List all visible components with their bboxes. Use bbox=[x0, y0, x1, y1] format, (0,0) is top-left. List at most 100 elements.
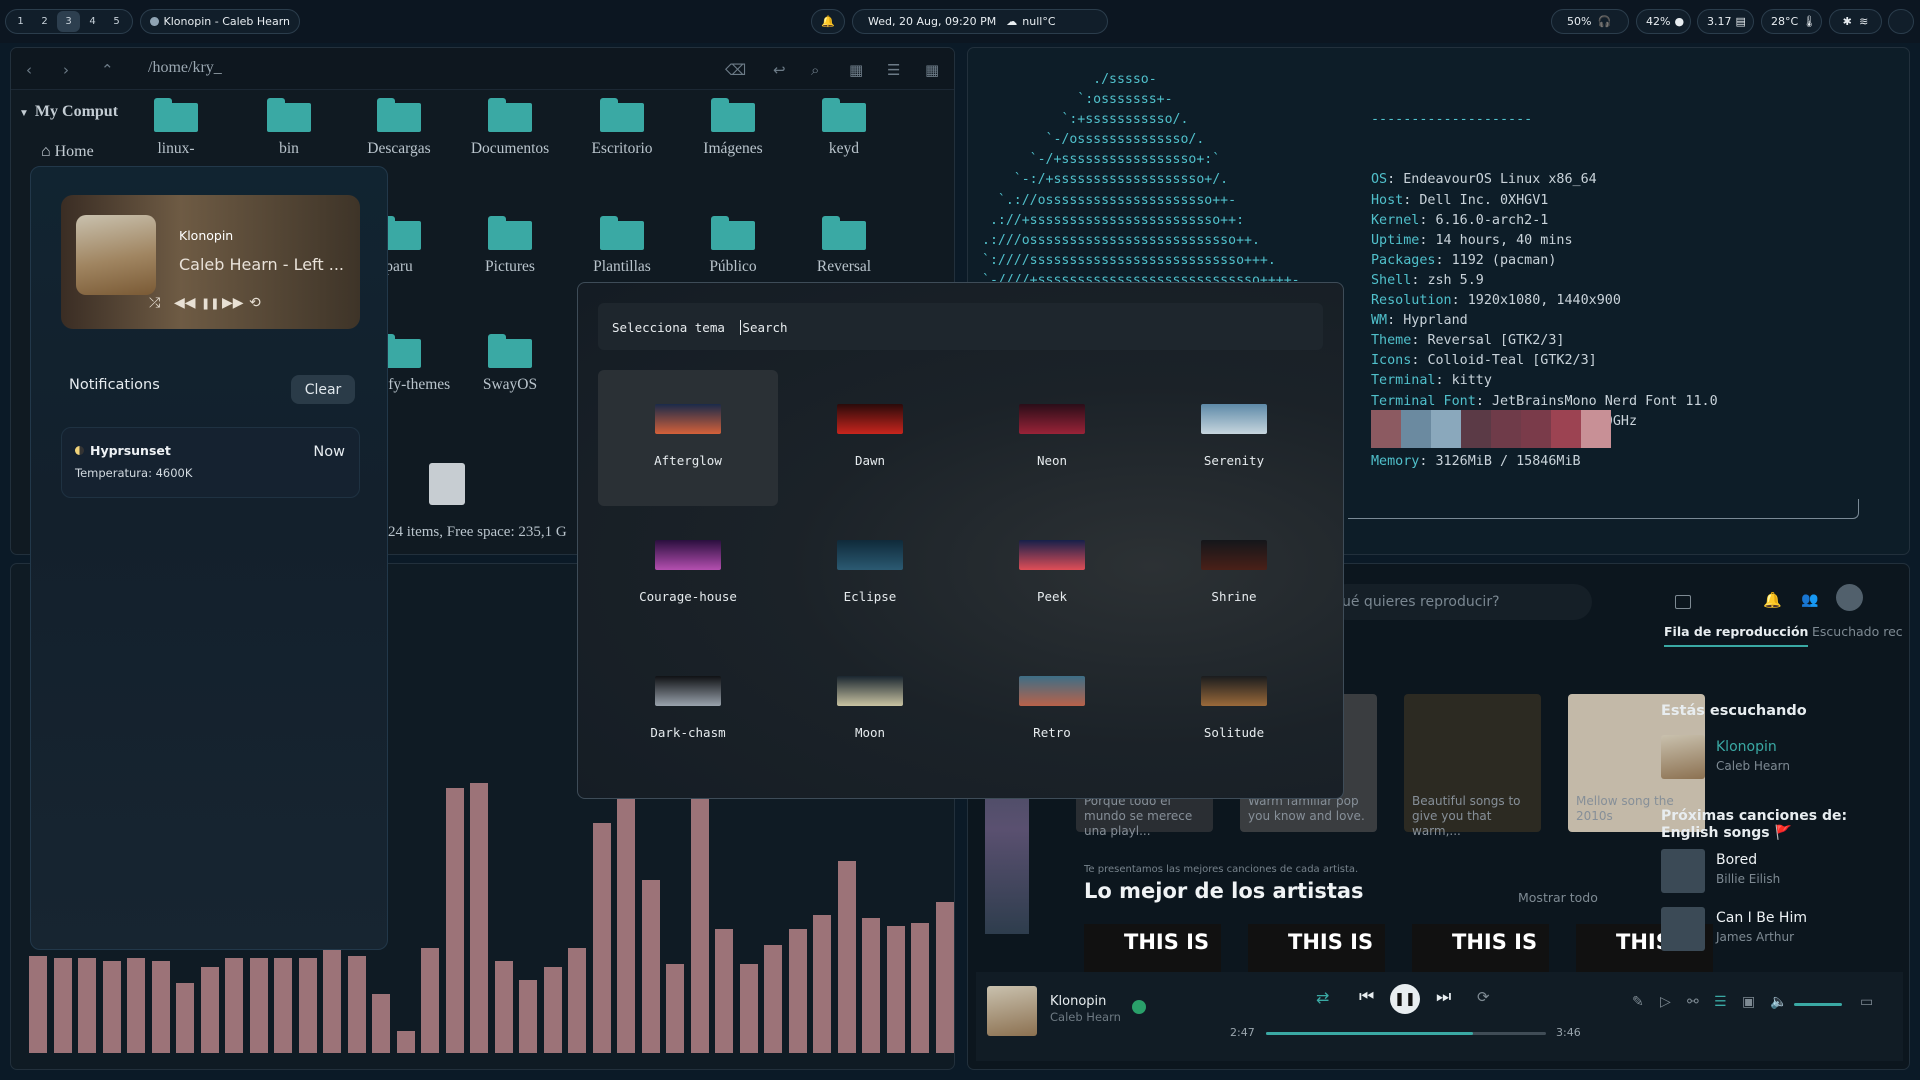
shuffle-icon[interactable]: ⇄ bbox=[1316, 988, 1329, 1007]
now-playing-title[interactable]: Klonopin bbox=[1716, 739, 1777, 755]
up-icon[interactable]: ⌃ bbox=[101, 61, 114, 79]
wifi-icon[interactable]: ≋ bbox=[1859, 15, 1868, 28]
workspace-2[interactable]: 2 bbox=[33, 11, 56, 32]
folder-item[interactable]: Reversal bbox=[789, 216, 899, 276]
shuffle-icon[interactable]: ⤮ bbox=[149, 295, 160, 311]
folder-item[interactable]: Imágenes bbox=[678, 98, 788, 158]
queue-track-artist[interactable]: James Arthur bbox=[1716, 930, 1794, 944]
workspace-5[interactable]: 5 bbox=[105, 11, 128, 32]
location-path[interactable]: /home/kry_ bbox=[148, 59, 222, 77]
this-is-card[interactable]: THIS IS bbox=[1248, 924, 1385, 972]
lyrics-icon[interactable]: ✎ bbox=[1632, 994, 1644, 1010]
pause-icon[interactable]: ❚❚ bbox=[201, 297, 219, 310]
queue-track-cover[interactable] bbox=[1661, 907, 1705, 951]
theme-search-input[interactable]: Selecciona tema Search bbox=[598, 303, 1323, 350]
theme-option[interactable]: Eclipse bbox=[780, 506, 960, 642]
power-button[interactable] bbox=[1888, 9, 1914, 34]
theme-option[interactable]: Afterglow bbox=[598, 370, 778, 506]
sidebar-item-home[interactable]: ⌂ Home bbox=[41, 143, 94, 161]
compact-view-icon[interactable]: ▦ bbox=[925, 61, 939, 79]
notification-bell-button[interactable]: 🔔 bbox=[811, 9, 845, 34]
folder-item[interactable]: Pictures bbox=[455, 216, 565, 276]
theme-option[interactable]: Moon bbox=[780, 642, 960, 778]
repeat-icon[interactable]: ⟳ bbox=[1477, 988, 1490, 1006]
queue-tab[interactable]: Fila de reproducción bbox=[1664, 624, 1809, 647]
notifications-icon[interactable]: 🔔 bbox=[1763, 591, 1782, 609]
volume-indicator[interactable]: 50% 🎧 bbox=[1551, 9, 1629, 34]
workspace-3[interactable]: 3 bbox=[57, 11, 80, 32]
workspace-4[interactable]: 4 bbox=[81, 11, 104, 32]
this-is-card[interactable]: THIS IS bbox=[1084, 924, 1221, 972]
this-is-card[interactable]: THIS IS bbox=[1412, 924, 1549, 972]
playlist-card-description[interactable]: Porque todo el mundo se merece una playl… bbox=[1084, 794, 1212, 839]
theme-option[interactable]: Retro bbox=[962, 642, 1142, 778]
folder-item[interactable]: Documentos bbox=[455, 98, 565, 158]
bluetooth-icon[interactable]: ✱ bbox=[1843, 15, 1852, 28]
refresh-icon[interactable]: ↩ bbox=[773, 61, 786, 79]
folder-item[interactable]: SwayOS bbox=[455, 334, 565, 394]
folder-item[interactable]: Público bbox=[678, 216, 788, 276]
notification-card[interactable]: Hyprsunset Temperatura: 4600K Now bbox=[61, 427, 360, 498]
recent-tab[interactable]: Escuchado rec bbox=[1812, 624, 1903, 639]
folder-item[interactable]: bin bbox=[234, 98, 344, 158]
theme-option[interactable]: Dawn bbox=[780, 370, 960, 506]
previous-icon[interactable]: ⏮ bbox=[1359, 987, 1374, 1007]
forward-icon[interactable]: › bbox=[63, 61, 69, 79]
now-playing-cover[interactable] bbox=[1661, 735, 1705, 779]
search-icon[interactable]: ⌕ bbox=[811, 61, 819, 79]
queue-track-cover[interactable] bbox=[1661, 849, 1705, 893]
volume-slider[interactable] bbox=[1794, 1003, 1842, 1006]
queue-track-artist[interactable]: Billie Eilish bbox=[1716, 872, 1780, 886]
mini-player-icon[interactable]: ▭ bbox=[1860, 994, 1873, 1010]
play-pause-button[interactable]: ❚❚ bbox=[1390, 984, 1420, 1014]
workspace-1[interactable]: 1 bbox=[9, 11, 32, 32]
now-playing-artist[interactable]: Caleb Hearn bbox=[1716, 759, 1790, 773]
speaker-icon[interactable]: 🔈 bbox=[1770, 994, 1787, 1010]
folder-item[interactable]: linux- bbox=[121, 98, 231, 158]
folder-item[interactable]: keyd bbox=[789, 98, 899, 158]
battery-indicator[interactable]: 42% ● bbox=[1636, 9, 1691, 34]
clear-path-icon[interactable]: ⌫ bbox=[725, 61, 746, 79]
folder-item[interactable]: Plantillas bbox=[567, 216, 677, 276]
rewind-icon[interactable]: ◀◀ bbox=[174, 295, 196, 311]
system-tray[interactable]: ✱ ≋ bbox=[1829, 9, 1882, 34]
theme-option[interactable]: Dark-chasm bbox=[598, 642, 778, 778]
queue-icon[interactable]: ☰ bbox=[1714, 994, 1727, 1010]
clock-weather-widget[interactable]: Wed, 20 Aug, 09:20 PM ☁ null°C bbox=[852, 9, 1108, 34]
list-view-icon[interactable]: ☰ bbox=[887, 61, 900, 79]
devices-icon[interactable]: ▣ bbox=[1742, 994, 1755, 1010]
player-cover[interactable] bbox=[987, 986, 1037, 1036]
next-icon[interactable]: ⏭ bbox=[1436, 987, 1451, 1007]
back-icon[interactable]: ‹ bbox=[26, 61, 32, 79]
theme-option[interactable]: Peek bbox=[962, 506, 1142, 642]
sidebar-computer[interactable]: ▼ My Comput bbox=[19, 103, 118, 121]
player-artist[interactable]: Caleb Hearn bbox=[1050, 1010, 1121, 1024]
load-indicator[interactable]: 3.17 ▤ bbox=[1697, 9, 1754, 34]
avatar[interactable] bbox=[1836, 584, 1863, 611]
grid-view-icon[interactable]: ▦ bbox=[849, 61, 863, 79]
player-title[interactable]: Klonopin bbox=[1050, 994, 1106, 1009]
folder-item[interactable]: Escritorio bbox=[567, 98, 677, 158]
repeat-icon[interactable]: ⟲ bbox=[249, 295, 261, 311]
show-all-link[interactable]: Mostrar todo bbox=[1518, 890, 1598, 905]
folder-item[interactable]: Descargas bbox=[344, 98, 454, 158]
theme-option[interactable]: Serenity bbox=[1144, 370, 1324, 506]
liked-check-icon[interactable] bbox=[1132, 1000, 1146, 1014]
playlist-card-description[interactable]: Beautiful songs to give you that warm,..… bbox=[1412, 794, 1540, 839]
theme-option[interactable]: Shrine bbox=[1144, 506, 1324, 642]
theme-option[interactable]: Courage-house bbox=[598, 506, 778, 642]
spotify-search-input[interactable]: ué quieres reproducir? bbox=[1328, 584, 1592, 620]
progress-track[interactable] bbox=[1266, 1032, 1546, 1035]
now-playing-view-icon[interactable]: ▷ bbox=[1660, 994, 1671, 1010]
theme-option[interactable]: Neon bbox=[962, 370, 1142, 506]
file-icon[interactable] bbox=[429, 463, 465, 505]
fast-forward-icon[interactable]: ▶▶ bbox=[222, 295, 244, 311]
clear-button[interactable]: Clear bbox=[291, 375, 355, 404]
temperature-indicator[interactable]: 28°C 🌡 bbox=[1761, 9, 1822, 34]
theme-option[interactable]: Solitude bbox=[1144, 642, 1324, 778]
browse-icon[interactable] bbox=[1675, 595, 1691, 609]
artists-heading[interactable]: Lo mejor de los artistas bbox=[1084, 879, 1364, 903]
friends-icon[interactable]: 👥 bbox=[1801, 592, 1818, 608]
queue-track-title[interactable]: Can I Be Him bbox=[1716, 910, 1807, 926]
queue-track-title[interactable]: Bored bbox=[1716, 852, 1757, 868]
